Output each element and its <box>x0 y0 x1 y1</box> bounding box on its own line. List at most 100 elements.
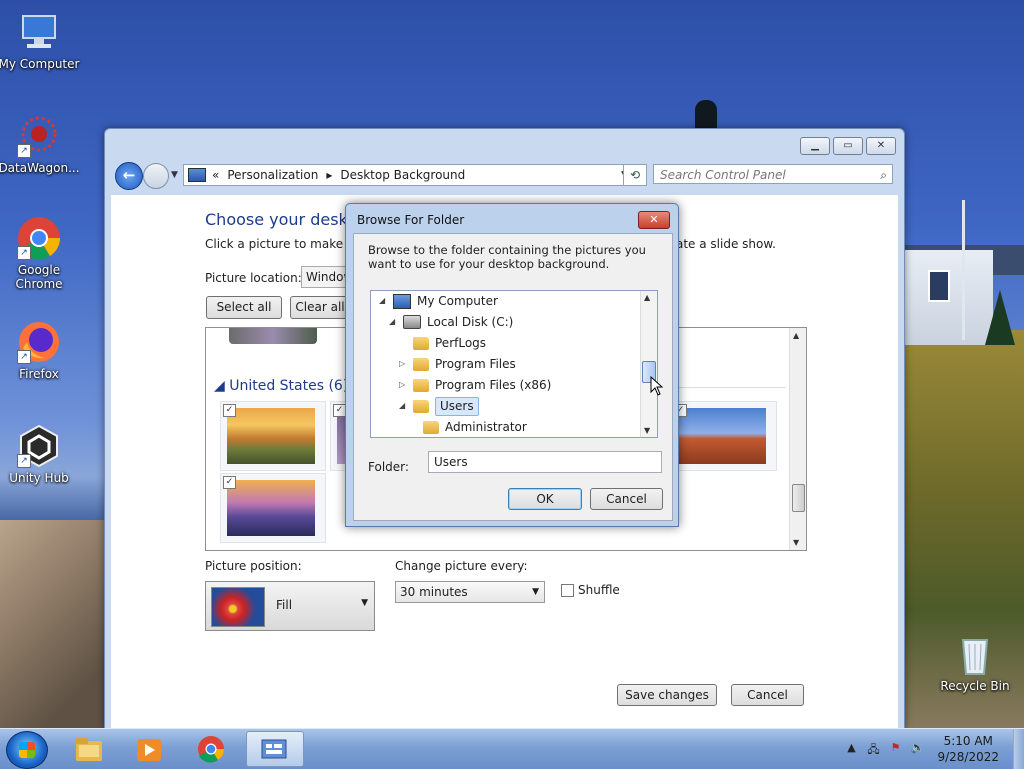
desktop-icon-label: Google Chrome <box>15 263 63 291</box>
instruction-text-tail: ate a slide show. <box>676 237 776 251</box>
gallery-scrollbar[interactable]: ▲ ▼ <box>789 328 806 550</box>
wallpaper-thumbnail[interactable]: ✓ <box>220 401 326 471</box>
desktop-icon-label: Recycle Bin <box>940 679 1010 693</box>
desktop-icon-google-chrome[interactable]: ↗ Google Chrome <box>0 216 81 291</box>
clock[interactable]: 5:10 AM 9/28/2022 <box>937 733 999 765</box>
recycle-bin-icon <box>953 632 997 676</box>
search-icon[interactable]: ⌕ <box>880 165 887 185</box>
minimize-button[interactable]: ▁ <box>800 137 830 155</box>
wallpaper-thumbnail[interactable]: ✓ <box>220 473 326 543</box>
tree-item-label: Program Files <box>435 357 516 371</box>
cancel-button[interactable]: Cancel <box>731 684 804 706</box>
folder-tree: ◢ My Computer ◢ Local Disk (C:) PerfLogs… <box>370 290 658 438</box>
start-button[interactable] <box>6 731 48 769</box>
collapse-arrow-icon[interactable]: ◢ <box>389 312 399 332</box>
datawagon-icon: ↗ <box>17 114 61 158</box>
shortcut-arrow-icon: ↗ <box>17 454 31 468</box>
thumbnail-checkbox[interactable]: ✓ <box>223 404 236 417</box>
address-bar[interactable]: « Personalization ▸ Desktop Background ▼ <box>183 164 635 186</box>
show-hidden-icons-icon[interactable]: ▲ <box>843 741 859 757</box>
taskbar-file-explorer[interactable] <box>62 731 116 767</box>
tree-item-label: Local Disk (C:) <box>427 315 514 329</box>
tree-scrollbar[interactable]: ▲ ▼ <box>640 291 657 437</box>
recent-pages-dropdown-icon[interactable]: ▼ <box>171 170 178 180</box>
group-header[interactable]: ◢ United States (6) <box>214 378 348 394</box>
window-titlebar[interactable]: ▁ ▭ ✕ <box>105 129 904 157</box>
close-dialog-button[interactable]: ✕ <box>638 211 670 229</box>
desktop-icon-recycle-bin[interactable]: Recycle Bin <box>933 632 1017 693</box>
thumbnail-image <box>227 480 315 536</box>
tree-item-program-files-x86[interactable]: ▷ Program Files (x86) <box>399 375 551 395</box>
change-picture-value: 30 minutes <box>400 585 468 599</box>
breadcrumb-personalization[interactable]: Personalization <box>227 168 318 182</box>
picture-position-label: Picture position: <box>205 559 302 573</box>
collapse-arrow-icon[interactable]: ◢ <box>379 291 389 311</box>
windows-logo-icon <box>19 742 35 758</box>
back-button[interactable]: ← <box>115 162 143 190</box>
taskbar-control-panel[interactable] <box>246 731 304 767</box>
picture-location-label: Picture location: <box>205 271 302 285</box>
tree-item-label-selected: Users <box>435 396 479 416</box>
scroll-up-icon[interactable]: ▲ <box>644 293 650 302</box>
search-input[interactable]: Search Control Panel ⌕ <box>653 164 893 184</box>
dialog-title: Browse For Folder <box>357 213 465 227</box>
select-all-button[interactable]: Select all <box>206 296 282 319</box>
network-icon[interactable]: 🖧 <box>865 741 881 757</box>
expand-arrow-icon[interactable]: ▷ <box>399 375 409 395</box>
scrollbar-thumb[interactable] <box>792 484 805 512</box>
show-desktop-button[interactable] <box>1013 729 1024 769</box>
forward-button[interactable] <box>143 163 169 189</box>
scroll-down-icon[interactable]: ▼ <box>793 538 799 547</box>
control-panel-icon <box>188 168 206 182</box>
folder-icon <box>413 399 429 413</box>
picture-position-select[interactable]: Fill ▼ <box>205 581 375 631</box>
mouse-cursor-icon <box>650 376 664 396</box>
tree-item-my-computer[interactable]: ◢ My Computer <box>379 291 498 311</box>
thumbnail-checkbox[interactable]: ✓ <box>223 476 236 489</box>
browse-for-folder-dialog: Browse For Folder ✕ Browse to the folder… <box>345 203 679 527</box>
desktop-icon-firefox[interactable]: ↗ Firefox <box>0 320 81 381</box>
action-center-flag-icon[interactable]: ⚑ <box>887 741 903 757</box>
chrome-icon: ↗ <box>17 216 61 260</box>
gallery-thumbnail-partial[interactable] <box>229 328 317 344</box>
tree-item-administrator[interactable]: Administrator <box>409 417 527 437</box>
dialog-cancel-button[interactable]: Cancel <box>590 488 663 510</box>
scroll-down-icon[interactable]: ▼ <box>644 426 650 435</box>
system-tray: ▲ 🖧 ⚑ 🔈 5:10 AM 9/28/2022 <box>837 729 1024 769</box>
close-window-button[interactable]: ✕ <box>866 137 896 155</box>
collapse-arrow-icon[interactable]: ◢ <box>399 396 409 416</box>
folder-input[interactable]: Users <box>428 451 662 473</box>
refresh-button[interactable]: ⟲ <box>623 164 647 186</box>
shuffle-checkbox[interactable]: Shuffle <box>561 583 620 597</box>
change-picture-select[interactable]: 30 minutes ▼ <box>395 581 545 603</box>
breadcrumb-overflow[interactable]: « <box>212 168 219 182</box>
desktop-icon-unity-hub[interactable]: ↗ Unity Hub <box>0 424 81 485</box>
clear-all-button[interactable]: Clear all <box>290 296 350 319</box>
tree-item-program-files[interactable]: ▷ Program Files <box>399 354 516 374</box>
dialog-body: Browse to the folder containing the pict… <box>353 233 673 521</box>
tree-item-users[interactable]: ◢ Users <box>399 396 479 416</box>
desktop-icon-datawagon[interactable]: ↗ DataWagon... <box>0 114 81 175</box>
taskbar-google-chrome[interactable] <box>184 731 238 767</box>
wallpaper-tree <box>985 290 1015 345</box>
volume-icon[interactable]: 🔈 <box>909 741 925 757</box>
breadcrumb-separator-icon[interactable]: ▸ <box>326 168 332 182</box>
tree-item-perflogs[interactable]: PerfLogs <box>399 333 486 353</box>
desktop-icon-label: My Computer <box>0 57 80 71</box>
scroll-up-icon[interactable]: ▲ <box>793 331 799 340</box>
tree-item-local-disk[interactable]: ◢ Local Disk (C:) <box>389 312 513 332</box>
taskbar-media-player[interactable] <box>122 731 176 767</box>
expand-arrow-icon[interactable]: ▷ <box>399 354 409 374</box>
breadcrumb-desktop-background[interactable]: Desktop Background <box>340 168 465 182</box>
ok-button[interactable]: OK <box>508 488 582 510</box>
disk-icon <box>403 315 421 329</box>
checkbox-box[interactable] <box>561 583 574 597</box>
maximize-button[interactable]: ▭ <box>833 137 863 155</box>
save-changes-button[interactable]: Save changes <box>617 684 717 706</box>
wallpaper-house-window <box>928 270 950 302</box>
dialog-description: Browse to the folder containing the pict… <box>368 243 646 271</box>
desktop-icon-my-computer[interactable]: My Computer <box>0 10 81 71</box>
wallpaper-thumbnail[interactable]: ✓ <box>671 401 777 471</box>
tree-item-label: Program Files (x86) <box>435 378 552 392</box>
folder-icon <box>413 336 429 350</box>
